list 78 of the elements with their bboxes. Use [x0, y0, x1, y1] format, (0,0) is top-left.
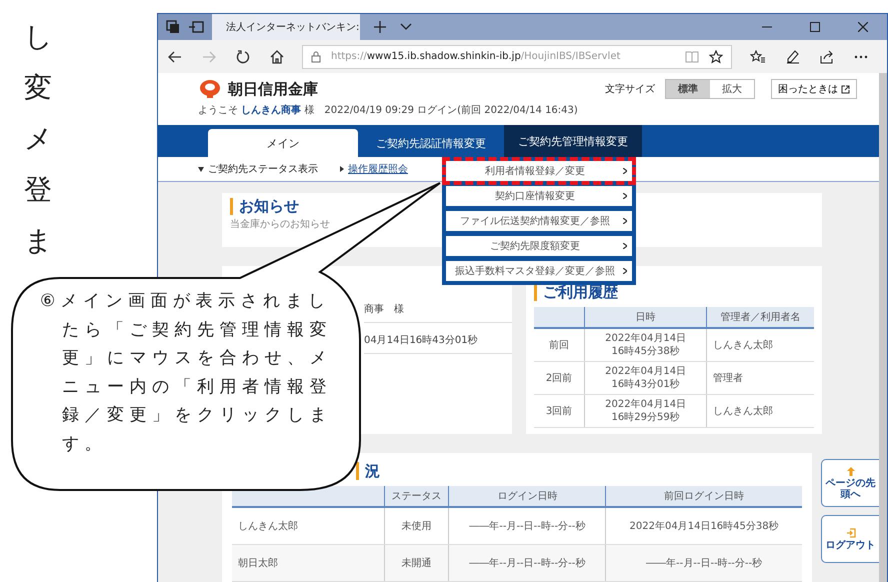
pen-icon[interactable] [786, 50, 800, 64]
set-aside-icon[interactable] [188, 21, 204, 33]
menu-item[interactable]: 契約口座情報変更 [446, 186, 632, 206]
menu-item[interactable]: ご契約先限度額変更 [446, 236, 632, 256]
address-field[interactable]: https://www15.ib.shadow.shinkin-ib.jp/HoujinIBS/IBServlet [302, 44, 732, 68]
lock-icon [311, 50, 321, 62]
menu-item[interactable]: 振込手数料マスタ登録／変更／参照 [446, 261, 632, 281]
arrow-up-icon [846, 466, 854, 476]
refresh-icon[interactable] [236, 50, 250, 64]
table-cell: 2022年04月14日 16時43分01秒 [584, 362, 707, 394]
table-cell: 朝日太郎 [232, 544, 384, 582]
body-text: 変 [24, 73, 53, 103]
bank-logo-icon [198, 79, 222, 99]
status-toggle[interactable]: ご契約先ステータス表示 [198, 162, 318, 176]
nav-tab[interactable]: ご契約先認証情報変更 [362, 129, 500, 157]
table-header: 前回ログイン日時 [606, 486, 802, 507]
body-text: ま [24, 226, 54, 256]
favorites-icon[interactable] [750, 50, 766, 64]
scrollbar[interactable] [879, 73, 887, 582]
table-cell: 前回 [534, 328, 585, 362]
chevron-right-icon [623, 218, 627, 224]
account-info-text: 04月14日16時43分01秒 [364, 333, 512, 354]
table-cell: 2回前 [534, 362, 585, 394]
nav-tab[interactable]: ご契約先管理情報変更 [504, 125, 642, 157]
chevron-right-icon [623, 193, 627, 199]
url-text: https://www15.ib.shadow.shinkin-ib.jp/HoujinIBS/IBServlet [331, 51, 620, 62]
card-title: お知らせ [230, 198, 299, 215]
external-link-icon [841, 84, 850, 94]
table-header [534, 307, 585, 328]
triangle-icon [340, 166, 344, 172]
close-icon[interactable] [858, 22, 868, 32]
account-info-text: 商事 様 [364, 302, 512, 323]
chevron-down-icon[interactable] [400, 23, 412, 31]
body-text: し [24, 22, 54, 52]
tab-title: 法人インターネットバンキン: [226, 20, 360, 34]
table-header: ステータス [384, 486, 449, 507]
chevron-right-icon [623, 268, 627, 274]
table-cell: しんきん太郎 [706, 328, 814, 362]
tabs-icon[interactable] [166, 20, 180, 34]
table-header: 管理者／利用者名 [706, 307, 814, 328]
table-cell: ――年--月--日--時--分--秒 [606, 544, 802, 582]
table-header: ログイン日時 [448, 486, 606, 507]
nav-tab[interactable]: メイン [208, 129, 358, 157]
minimize-icon[interactable] [762, 26, 772, 28]
share-icon[interactable] [820, 50, 834, 64]
text-size-label: 文字サイズ [605, 82, 655, 96]
home-icon[interactable] [270, 50, 284, 64]
side-button[interactable]: ログアウト [821, 515, 879, 563]
back-icon[interactable] [168, 50, 182, 62]
table-cell: ――年--月--日--時--分--秒 [448, 544, 606, 582]
side-button[interactable]: ページの先頭へ [821, 459, 879, 507]
table-cell: 未開通 [384, 544, 449, 582]
logout-icon [846, 528, 856, 538]
body-text: 登 [24, 175, 53, 205]
chevron-right-icon [623, 168, 627, 174]
table-cell: 管理者 [706, 362, 814, 394]
chevron-right-icon [623, 243, 627, 249]
menu-item[interactable]: ファイル伝送契約情報変更／参照 [446, 211, 632, 231]
text-size-button[interactable]: 標準 [666, 80, 710, 98]
triangle-icon [198, 166, 204, 172]
welcome-text: ようこそ しんきん商事 様 2022/04/19 09:29 ログイン(前回 2022/04/14 16:43) [198, 103, 579, 117]
menu-item[interactable]: 利用者情報登録／変更 [446, 161, 632, 181]
table-cell: 2022年04月14日 16時45分38秒 [584, 328, 707, 362]
table-header: 日時 [584, 307, 707, 328]
more-icon[interactable] [854, 54, 868, 58]
bank-name: 朝日信用金庫 [228, 80, 318, 98]
maximize-icon[interactable] [810, 22, 820, 32]
star-icon[interactable] [709, 50, 723, 64]
table-cell: 2022年04月14日 16時29分59秒 [584, 394, 707, 428]
callout-text: ⑥メイン画面が表示されましたら「ご契約先管理情報変更」にマウスを合わせ、メニュー内の「利用者情報登録／変更」をクリックします。 [40, 290, 333, 456]
help-button[interactable]: 困ったときは [771, 79, 857, 99]
table-cell: しんきん太郎 [706, 394, 814, 428]
browser-tab[interactable]: 法人インターネットバンキン: [212, 14, 360, 40]
table-cell: 3回前 [534, 394, 585, 428]
history-link[interactable]: 操作履歴照会 [340, 162, 408, 176]
notice-text: 当金庫からのお知らせ [230, 218, 330, 231]
body-text: メ [24, 124, 54, 154]
new-tab-icon[interactable] [374, 21, 386, 33]
